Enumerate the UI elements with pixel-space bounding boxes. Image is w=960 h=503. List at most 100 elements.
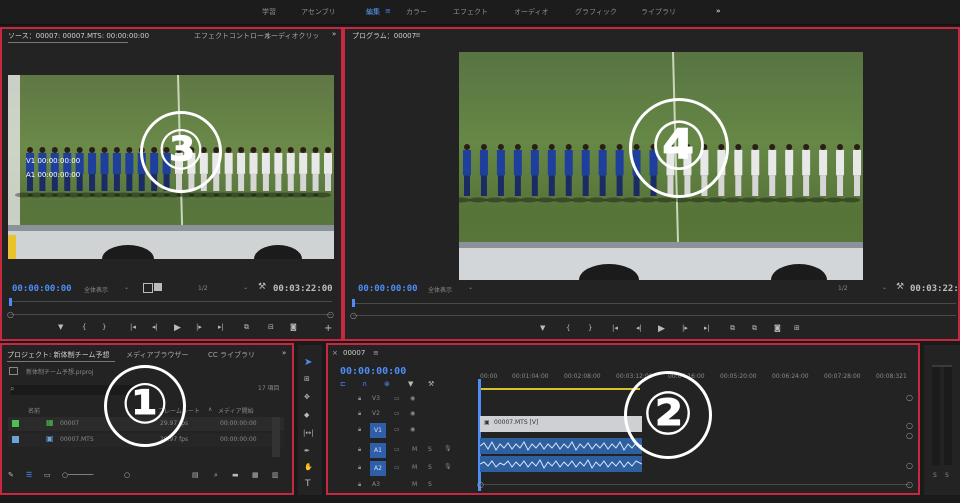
hand-tool-icon[interactable]: ✋: [304, 463, 313, 471]
ws-more-icon[interactable]: »: [716, 7, 721, 15]
sort-icon[interactable]: ∧: [208, 406, 212, 413]
close-icon[interactable]: ×: [332, 349, 338, 357]
audio-clip-a1[interactable]: [480, 438, 642, 454]
timeline-hscrollbar[interactable]: [480, 484, 910, 485]
go-to-in-icon[interactable]: |◂: [130, 323, 136, 331]
step-back-icon[interactable]: ◂|: [152, 323, 158, 331]
lock-icon[interactable]: 🔒︎: [358, 426, 361, 434]
eye-icon[interactable]: ◉: [410, 426, 415, 433]
scroll-handle-icon[interactable]: ○: [906, 421, 913, 430]
scrollbar[interactable]: [272, 417, 280, 457]
media-browser-tab[interactable]: メディアブラウザー: [126, 350, 189, 360]
panel-menu-icon[interactable]: ≡: [415, 31, 421, 39]
column-name-header[interactable]: 名前: [28, 406, 40, 415]
automate-icon[interactable]: ▤: [192, 471, 199, 479]
solo-meter-icon[interactable]: S: [933, 472, 937, 479]
program-timecode-in[interactable]: 00:00:00:00: [358, 284, 418, 294]
eye-icon[interactable]: ◉: [410, 410, 415, 417]
list-view-icon[interactable]: ☰: [26, 471, 32, 479]
go-to-out-icon[interactable]: ▸|: [704, 324, 710, 332]
track-header-a1[interactable]: 🔒︎ A1 ▭ M S 🎙︎: [358, 443, 478, 459]
scroll-handle-icon[interactable]: ○: [7, 310, 14, 319]
lock-icon[interactable]: 🔒︎: [358, 410, 361, 418]
track-name[interactable]: A2: [370, 461, 386, 476]
frame-icon[interactable]: [154, 283, 162, 291]
mute-icon[interactable]: M: [412, 481, 417, 488]
lock-icon[interactable]: 🔒︎: [358, 446, 361, 454]
solo-icon[interactable]: S: [428, 481, 432, 488]
track-name[interactable]: V1: [370, 423, 386, 438]
source-time-ruler[interactable]: [10, 301, 332, 302]
zoom-slider-icon[interactable]: ○──────: [62, 471, 93, 479]
slip-tool-icon[interactable]: |↔|: [303, 429, 314, 437]
track-header-a2[interactable]: 🔒︎ A2 ▭ M S 🎙︎: [358, 461, 478, 477]
mute-icon[interactable]: M: [412, 446, 417, 453]
ws-tab-edit[interactable]: 編集: [366, 7, 380, 17]
pen-tool-icon[interactable]: ✒: [304, 447, 310, 455]
effect-controls-tab[interactable]: エフェクトコントロール: [194, 31, 271, 41]
new-item-icon[interactable]: ▦: [252, 471, 259, 479]
source-playhead[interactable]: [9, 298, 12, 306]
program-resolution[interactable]: 1/2: [838, 285, 848, 292]
ws-tab-effects[interactable]: エフェクト: [453, 7, 488, 17]
track-name[interactable]: A1: [370, 443, 386, 458]
lock-icon[interactable]: 🔒︎: [358, 395, 361, 403]
wrench-icon[interactable]: ⚒: [258, 282, 266, 292]
scroll-handle-icon[interactable]: ○: [906, 393, 913, 402]
linked-selection-icon[interactable]: ⊗: [384, 380, 390, 388]
wrench-icon[interactable]: ⚒: [896, 282, 904, 292]
overwrite-icon[interactable]: ⊟: [268, 323, 274, 331]
new-bin-icon[interactable]: ▬: [232, 471, 239, 479]
source-resolution[interactable]: 1/2: [198, 285, 208, 292]
solo-icon[interactable]: S: [428, 446, 432, 453]
microphone-icon[interactable]: 🎙︎: [444, 463, 452, 470]
program-tab[interactable]: プログラム：00007: [352, 31, 416, 41]
source-scrollbar[interactable]: [10, 314, 332, 315]
scroll-handle-icon[interactable]: ○: [477, 480, 484, 489]
find-icon[interactable]: ⌕: [214, 471, 218, 480]
lock-icon[interactable]: 🔒︎: [358, 481, 361, 489]
play-icon[interactable]: ▶: [174, 323, 181, 333]
mark-in-icon[interactable]: {: [82, 323, 86, 331]
ws-tab-graphics[interactable]: グラフィック: [575, 7, 617, 17]
mute-icon[interactable]: M: [412, 464, 417, 471]
program-time-ruler[interactable]: [353, 303, 956, 304]
type-tool-icon[interactable]: T: [305, 479, 311, 489]
toggle-sync-icon[interactable]: ▭: [394, 426, 400, 433]
toggle-sync-icon[interactable]: ▭: [394, 410, 400, 417]
lift-icon[interactable]: ⧉: [730, 324, 735, 333]
mark-out-icon[interactable]: }: [102, 323, 106, 331]
play-icon[interactable]: ▶: [658, 324, 665, 334]
nest-icon[interactable]: ⊏: [340, 380, 346, 388]
lock-icon[interactable]: 🔒︎: [358, 464, 361, 472]
cc-libraries-tab[interactable]: CC ライブラリ: [208, 350, 255, 360]
ws-tab-assembly[interactable]: アセンブリ: [301, 7, 336, 17]
program-scrollbar[interactable]: [353, 315, 956, 316]
compare-view-icon[interactable]: ⊞: [794, 324, 800, 332]
safe-margins-icon[interactable]: [143, 283, 153, 293]
step-forward-icon[interactable]: |▸: [682, 324, 688, 332]
toggle-sync-icon[interactable]: ▭: [394, 446, 400, 453]
toggle-sync-icon[interactable]: ▭: [394, 464, 400, 471]
scroll-handle-icon[interactable]: ○: [350, 311, 357, 320]
panel-more-icon[interactable]: »: [332, 30, 336, 38]
work-area-bar[interactable]: [480, 388, 640, 390]
insert-icon[interactable]: ⧉: [244, 323, 249, 332]
add-marker-icon[interactable]: ▼: [540, 324, 545, 332]
add-marker-icon[interactable]: ▼: [58, 323, 63, 331]
project-tab[interactable]: プロジェクト: 新体制チーム予想: [7, 350, 109, 360]
snap-icon[interactable]: ∩: [362, 380, 367, 388]
razor-tool-icon[interactable]: ◆: [304, 411, 309, 419]
step-back-icon[interactable]: ◂|: [636, 324, 642, 332]
program-zoom-select[interactable]: 全体表示: [428, 285, 452, 294]
video-clip[interactable]: ▣ 00007.MTS [V]: [480, 416, 642, 432]
timeline-playhead[interactable]: [478, 379, 481, 491]
source-zoom-select[interactable]: 全体表示: [84, 285, 108, 294]
ws-tab-learn[interactable]: 学習: [262, 7, 276, 17]
camera-icon[interactable]: ◙: [774, 324, 781, 332]
selection-tool-icon[interactable]: ➤: [304, 357, 312, 368]
sort-icons-icon[interactable]: ○: [124, 471, 130, 479]
ws-menu-icon[interactable]: ≡: [385, 7, 391, 15]
step-forward-icon[interactable]: |▸: [196, 323, 202, 331]
add-button-icon[interactable]: +: [324, 323, 332, 334]
